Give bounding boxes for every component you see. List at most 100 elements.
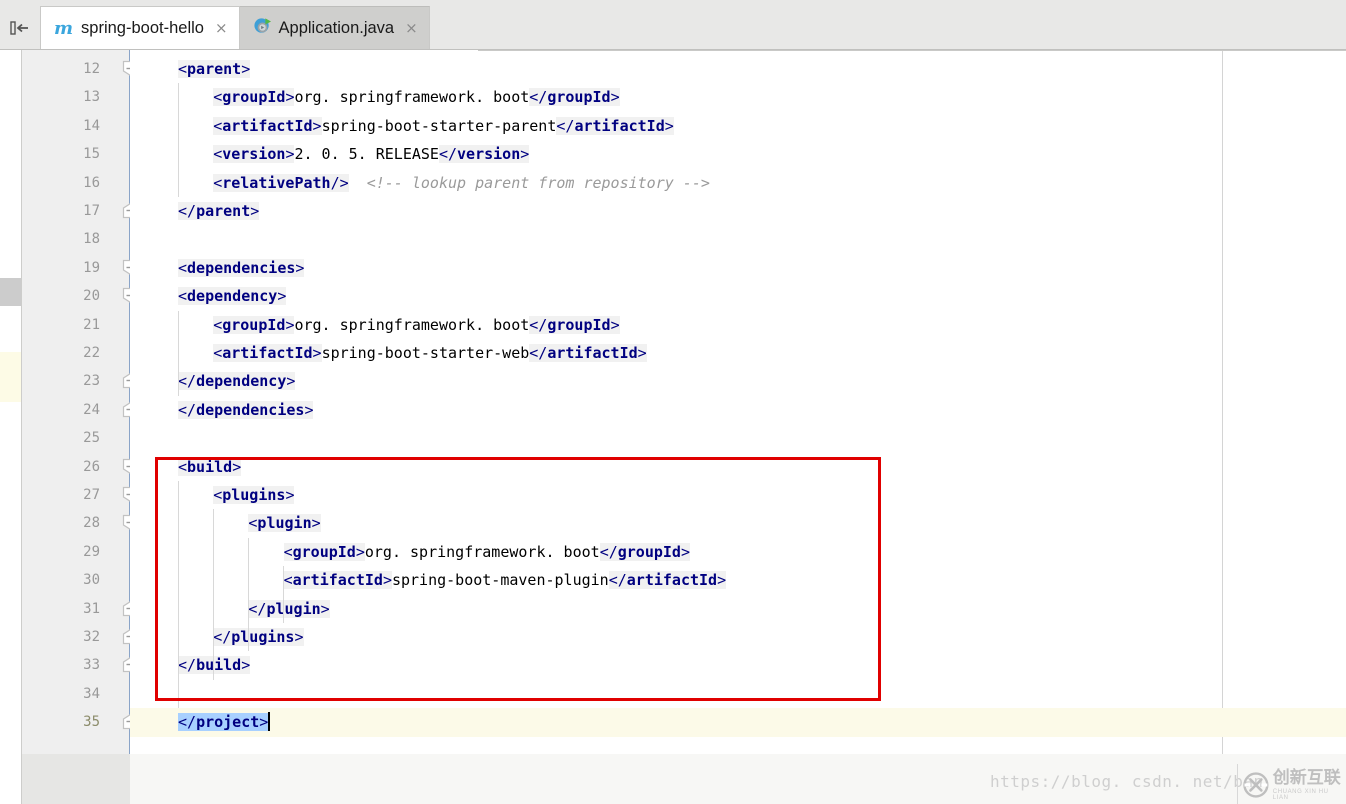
line-number: 29 [83, 543, 100, 560]
indent-guide [213, 509, 214, 680]
code-line[interactable]: <version>2. 0. 5. RELEASE</version> [130, 140, 1346, 168]
circled-x-logo-icon [1243, 772, 1269, 798]
line-number: 32 [83, 629, 100, 645]
close-icon[interactable]: × [405, 21, 418, 36]
code-line-text: <plugin> [248, 514, 321, 533]
code-line[interactable]: </plugins> [130, 623, 1346, 651]
code-line-text: <version>2. 0. 5. RELEASE</version> [213, 145, 530, 164]
code-line-text: <artifactId>spring-boot-starter-parent</… [213, 116, 674, 135]
code-line[interactable]: </dependencies> [130, 396, 1346, 424]
code-line[interactable]: </build> [130, 651, 1346, 679]
code-line-text: </project> [178, 712, 271, 732]
chuangxin-hulian-logo: 创新互联 CHUANG XIN HU LIAN [1243, 768, 1346, 802]
line-number: 15 [83, 146, 100, 163]
spring-boot-run-icon [253, 17, 272, 41]
ide-window: 12 13 14 15 16 17 18 19 20 21 22 23 24 25 26 27 28 29 30 31… [0, 0, 1346, 804]
line-number: 14 [83, 117, 100, 134]
tab-bar-bottom-border [0, 49, 1346, 50]
indent-guide [248, 537, 249, 652]
csdn-url-watermark: https://blog. csdn. net/ban [990, 772, 1264, 791]
code-line-text: <dependency> [178, 287, 287, 306]
code-line[interactable]: </parent> [130, 197, 1346, 225]
line-number: 22 [83, 345, 100, 361]
code-line[interactable]: </dependency> [130, 367, 1346, 395]
code-line-text: <build> [178, 457, 242, 476]
code-line-text: </dependencies> [178, 400, 314, 419]
line-number: 28 [83, 515, 100, 532]
line-number: 31 [83, 600, 100, 617]
logo-chinese-text: 创新互联 [1272, 767, 1341, 788]
line-number: 35 [83, 714, 100, 731]
code-line-text: <artifactId>spring-boot-maven-plugin</ar… [283, 571, 727, 590]
code-line[interactable]: <dependency> [130, 282, 1346, 310]
code-line[interactable]: </project> [130, 708, 1346, 737]
editor-tab-bar: m spring-boot-hello × Application.java × [0, 0, 1346, 51]
line-number: 27 [83, 487, 100, 503]
code-line[interactable] [130, 680, 1346, 708]
line-number: 21 [83, 316, 100, 333]
indent-guide [178, 83, 179, 197]
code-line[interactable] [130, 225, 1346, 253]
line-number: 17 [83, 203, 100, 219]
line-number: 34 [83, 685, 100, 702]
code-line-text: </plugins> [213, 628, 304, 646]
code-editor-area[interactable]: <parent> <groupId>org. springframework. b… [130, 50, 1346, 754]
indent-guide [283, 566, 284, 623]
code-line[interactable]: <build> [130, 453, 1346, 481]
watermark-divider [1237, 764, 1238, 804]
code-line[interactable]: <artifactId>spring-boot-starter-web</art… [130, 339, 1346, 367]
code-line-text: <relativePath/> <!-- lookup parent from … [213, 173, 710, 192]
line-number: 24 [83, 401, 100, 418]
line-number: 13 [83, 89, 100, 106]
code-line[interactable]: <plugin> [130, 509, 1346, 537]
tab-bar-empty-area [478, 6, 1346, 51]
maven-m-icon: m [54, 17, 74, 39]
line-number: 16 [83, 174, 100, 191]
tab-label: Application.java [278, 19, 395, 37]
code-line-text: <groupId>org. springframework. boot</gro… [213, 88, 620, 107]
code-line[interactable]: <artifactId>spring-boot-maven-plugin</ar… [130, 566, 1346, 594]
tab-spring-boot-hello[interactable]: m spring-boot-hello × [40, 6, 240, 50]
code-line[interactable]: <groupId>org. springframework. boot</gro… [130, 83, 1346, 111]
code-line-text: </plugin> [248, 599, 330, 618]
code-line[interactable]: <groupId>org. springframework. boot</gro… [130, 538, 1346, 566]
code-line[interactable]: <artifactId>spring-boot-starter-parent</… [130, 112, 1346, 140]
line-number: 33 [83, 657, 100, 674]
close-icon[interactable]: × [215, 21, 228, 36]
code-line[interactable]: <relativePath/> <!-- lookup parent from … [130, 169, 1346, 197]
code-line-text: <groupId>org. springframework. boot</gro… [283, 542, 690, 561]
code-line[interactable]: <parent> [130, 55, 1346, 83]
line-number: 25 [83, 430, 100, 447]
code-line-text: <dependencies> [178, 258, 305, 277]
left-strip-marker [0, 278, 21, 306]
code-line-text: </parent> [178, 202, 260, 220]
line-number: 19 [83, 259, 100, 276]
indent-guide [178, 310, 179, 396]
code-line[interactable]: <plugins> [130, 481, 1346, 509]
tab-list: m spring-boot-hello × Application.java × [0, 6, 430, 50]
fold-marker-column[interactable] [100, 50, 139, 804]
code-line-text: </build> [178, 656, 251, 675]
code-line-text: <plugins> [213, 486, 295, 504]
line-number: 20 [83, 288, 100, 305]
line-number: 26 [83, 458, 100, 475]
tab-application-java[interactable]: Application.java × [239, 6, 430, 50]
code-line[interactable] [130, 424, 1346, 452]
code-line[interactable]: <dependencies> [130, 254, 1346, 282]
code-line[interactable]: <groupId>org. springframework. boot</gro… [130, 311, 1346, 339]
line-number: 23 [83, 373, 100, 390]
code-line-text: <parent> [178, 60, 251, 78]
tab-label: spring-boot-hello [81, 19, 204, 37]
left-tool-strip [0, 50, 22, 804]
code-line[interactable]: </plugin> [130, 595, 1346, 623]
code-line-text: <artifactId>spring-boot-starter-web</art… [213, 344, 647, 362]
left-strip-highlight [0, 352, 21, 402]
line-number: 12 [83, 61, 100, 77]
line-number: 18 [83, 231, 100, 248]
logo-pinyin-text: CHUANG XIN HU LIAN [1272, 788, 1329, 801]
collapse-sidebar-icon[interactable] [0, 6, 40, 50]
code-line-text: <groupId>org. springframework. boot</gro… [213, 315, 620, 334]
indent-guide [178, 481, 179, 709]
line-number: 30 [83, 572, 100, 589]
code-line-text: </dependency> [178, 372, 296, 391]
